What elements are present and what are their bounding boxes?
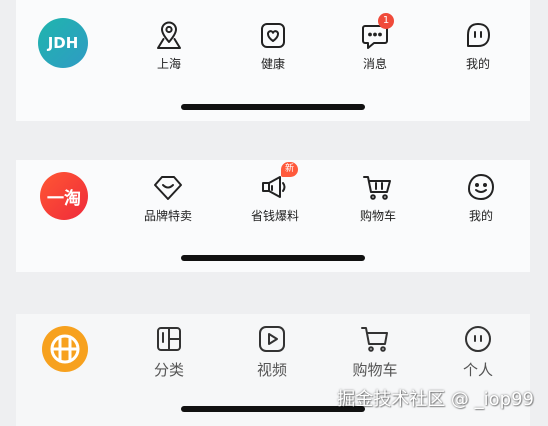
tab-cart[interactable]: 购物车 bbox=[343, 170, 413, 224]
tab-label: 视频 bbox=[256, 361, 287, 379]
megaphone-icon: 新 bbox=[258, 162, 298, 204]
tab-label: 品牌特卖 bbox=[143, 209, 192, 223]
chat-bubble-icon: 1 bbox=[358, 13, 394, 52]
smile-face-icon bbox=[464, 170, 498, 204]
tab-label: 我的 bbox=[465, 57, 490, 71]
tab-label: 分类 bbox=[153, 361, 184, 379]
tab-video[interactable]: 视频 bbox=[237, 322, 307, 380]
tab-shanghai[interactable]: 上海 bbox=[134, 18, 204, 72]
tab-mine[interactable]: 我的 bbox=[443, 18, 513, 72]
heart-diamond-icon bbox=[151, 170, 185, 204]
shopping-cart-icon bbox=[361, 170, 395, 204]
tab-profile[interactable]: 个人 bbox=[443, 322, 513, 380]
tab-save-money[interactable]: 新 省钱爆料 bbox=[240, 162, 310, 224]
jd-tab-bar: JDH 上海 健康 1 消息 我的 bbox=[16, 0, 530, 121]
tab-label: 上海 bbox=[156, 57, 181, 71]
home-indicator bbox=[181, 104, 365, 110]
taobao-tab-bar: 一淘 品牌特卖 新 省钱爆料 购物车 我的 bbox=[16, 160, 530, 272]
tab-label: 购物车 bbox=[352, 361, 398, 379]
category-grid-icon bbox=[152, 322, 186, 356]
tab-category[interactable]: 分类 bbox=[134, 322, 204, 380]
tab-label: 省钱爆料 bbox=[250, 209, 299, 223]
video-play-icon bbox=[255, 322, 289, 356]
yitao-logo-text: 一淘 bbox=[47, 188, 81, 209]
location-pin-icon bbox=[152, 18, 186, 52]
face-icon bbox=[461, 18, 495, 52]
tab-messages[interactable]: 1 消息 bbox=[340, 13, 410, 72]
tab-label: 个人 bbox=[462, 361, 493, 379]
home-indicator bbox=[181, 255, 365, 261]
jdh-logo[interactable]: JDH bbox=[38, 18, 88, 68]
person-face-icon bbox=[461, 322, 495, 356]
tab-label: 购物车 bbox=[359, 209, 396, 223]
tab-label: 我的 bbox=[468, 209, 493, 223]
tab-mine[interactable]: 我的 bbox=[446, 170, 516, 224]
grid-ball-logo-icon[interactable] bbox=[42, 326, 88, 372]
yitao-logo[interactable]: 一淘 bbox=[40, 172, 88, 220]
heart-bag-icon bbox=[256, 18, 290, 52]
watermark-text: 掘金技术社区 @ _iop99 bbox=[337, 389, 534, 410]
unread-badge: 1 bbox=[378, 13, 394, 29]
tab-health[interactable]: 健康 bbox=[238, 18, 308, 72]
new-badge: 新 bbox=[281, 162, 298, 177]
shopping-cart-icon bbox=[358, 322, 392, 356]
tab-label: 健康 bbox=[260, 57, 285, 71]
tab-label: 消息 bbox=[362, 57, 387, 71]
tab-brand-sale[interactable]: 品牌特卖 bbox=[133, 170, 203, 224]
jdh-logo-text: JDH bbox=[47, 34, 79, 52]
tab-cart[interactable]: 购物车 bbox=[340, 322, 410, 380]
